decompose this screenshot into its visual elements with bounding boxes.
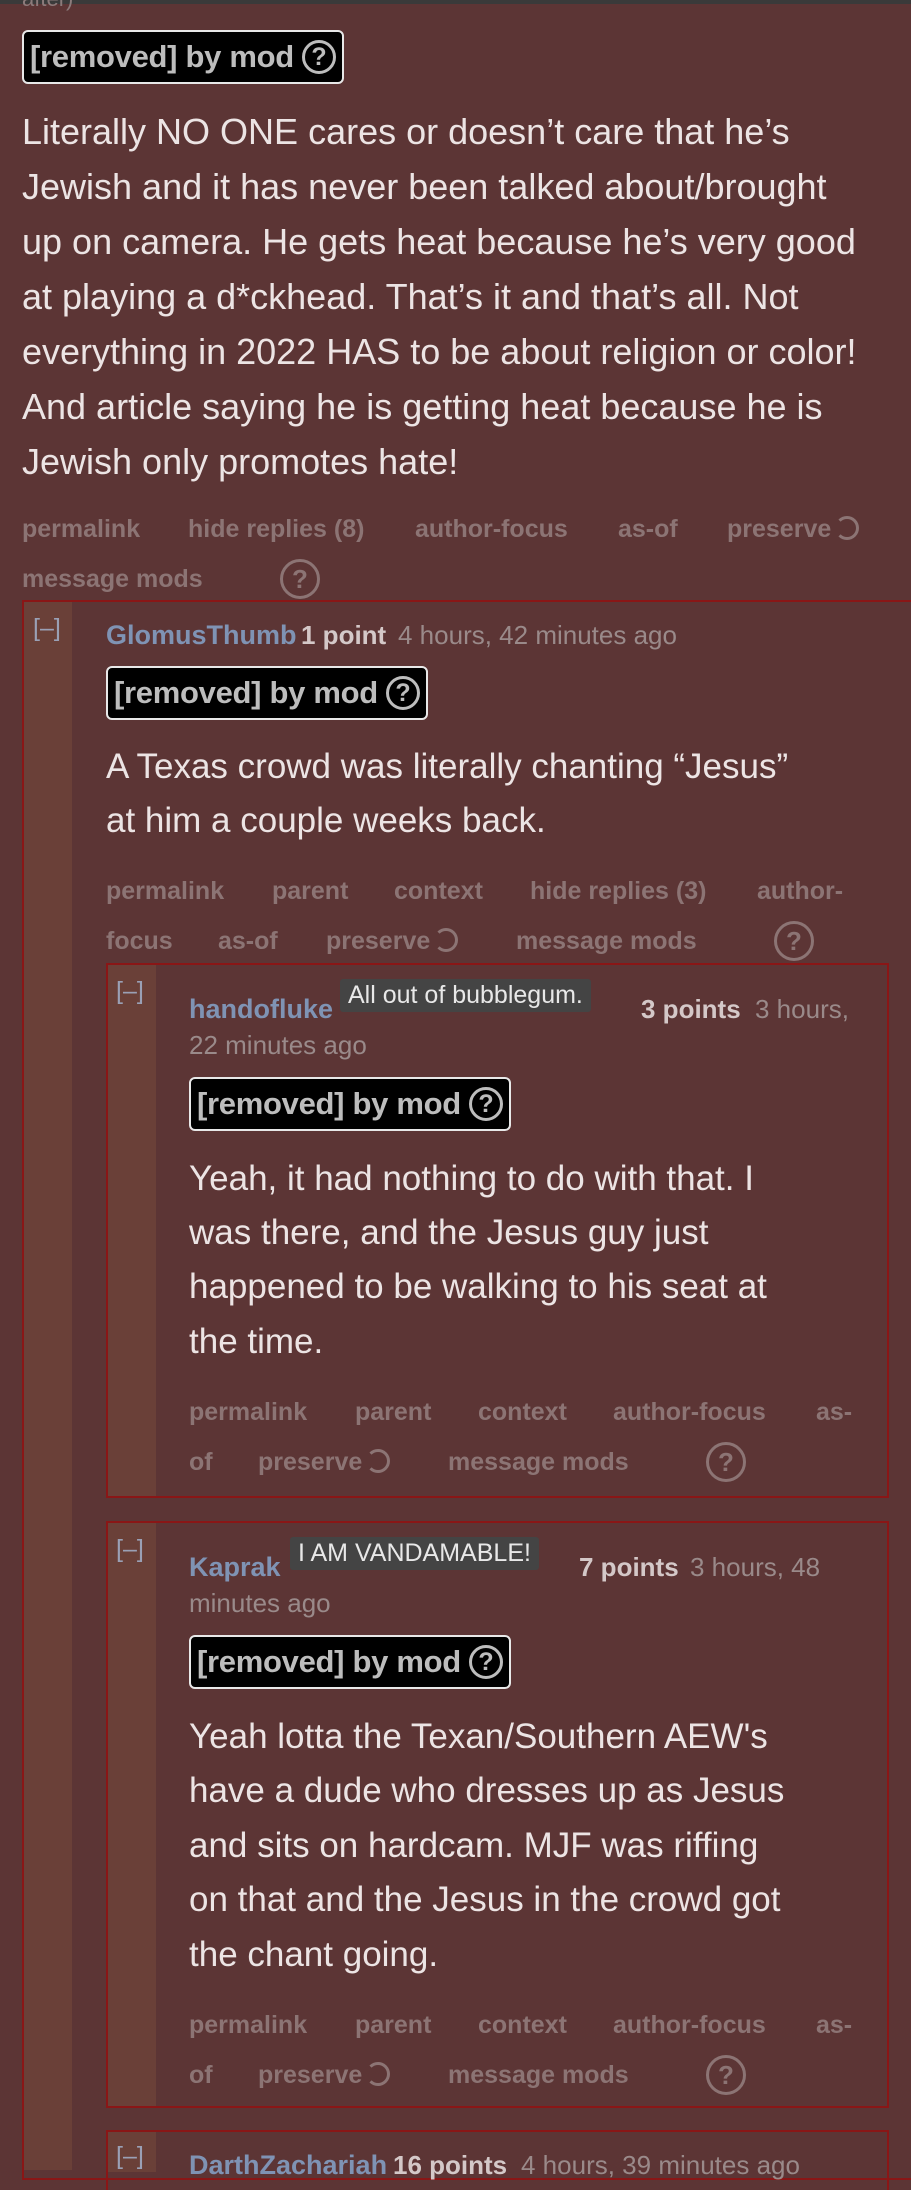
comment-line: Jewish only promotes hate! — [22, 441, 459, 482]
preserve-label: preserve — [326, 927, 431, 955]
collapse-toggle[interactable]: [–] — [116, 977, 144, 1006]
message-mods-link[interactable]: message mods — [448, 1448, 629, 1477]
preserve-link[interactable]: preserve — [258, 2061, 391, 2090]
help-icon[interactable]: ? — [280, 559, 320, 599]
preserve-link[interactable]: preserve — [326, 927, 459, 956]
comment-line: A Texas crowd was literally chanting “Je… — [106, 747, 789, 786]
as-of-link[interactable]: as- — [816, 2011, 852, 2040]
comment-line: happened to be walking to his seat at — [189, 1267, 767, 1306]
comment-line: Literally NO ONE cares or doesn’t care t… — [22, 111, 790, 152]
parent-link[interactable]: parent — [355, 2011, 431, 2040]
as-of-link[interactable]: as-of — [618, 515, 678, 544]
removed-by-mod-badge: [removed] by mod ? — [106, 666, 428, 720]
removed-by-mod-badge: [removed] by mod ? — [22, 30, 344, 84]
timestamp-cont: 22 minutes ago — [189, 1030, 367, 1060]
context-link[interactable]: context — [394, 877, 483, 906]
refresh-icon — [366, 1449, 391, 1474]
author-focus-link[interactable]: author-focus — [613, 2011, 766, 2040]
removed-label: [removed] by mod — [30, 39, 294, 74]
collapse-rail[interactable] — [108, 1523, 156, 2106]
comment-line: at playing a d*ckhead. That’s it and tha… — [22, 276, 799, 317]
comment-line: was there, and the Jesus guy just — [189, 1213, 709, 1252]
preserve-label: preserve — [258, 1448, 363, 1476]
comment-line: everything in 2022 HAS to be about relig… — [22, 331, 857, 372]
comment-line: Jewish and it has never been talked abou… — [22, 166, 827, 207]
timestamp: 4 hours, 39 minutes ago — [521, 2150, 800, 2180]
comment-line: on that and the Jesus in the crowd got — [189, 1880, 781, 1919]
score: 3 points — [641, 994, 741, 1024]
help-icon[interactable]: ? — [706, 2055, 746, 2095]
help-icon[interactable]: ? — [706, 1442, 746, 1482]
refresh-icon — [835, 516, 860, 541]
removed-label: [removed] by mod — [197, 1644, 461, 1679]
refresh-icon — [366, 2062, 391, 2087]
help-icon[interactable]: ? — [774, 921, 814, 961]
timestamp-cont: minutes ago — [189, 1588, 331, 1618]
removed-label: [removed] by mod — [197, 1086, 461, 1121]
as-of-link-cont[interactable]: of — [189, 1448, 213, 1477]
author-focus-link[interactable]: author-focus — [415, 515, 568, 544]
collapse-rail[interactable] — [108, 965, 156, 1496]
context-link[interactable]: context — [478, 2011, 567, 2040]
help-icon[interactable]: ? — [301, 40, 336, 74]
permalink-link[interactable]: permalink — [189, 1398, 307, 1427]
help-icon[interactable]: ? — [385, 676, 420, 710]
as-of-link[interactable]: as- — [816, 1398, 852, 1427]
collapse-toggle[interactable]: [–] — [33, 614, 61, 643]
permalink-link[interactable]: permalink — [189, 2011, 307, 2040]
help-icon[interactable]: ? — [468, 1087, 503, 1121]
hide-replies-link[interactable]: hide replies (8) — [188, 515, 364, 544]
message-mods-link[interactable]: message mods — [516, 927, 697, 956]
previous-text-fragment: after) — [22, 0, 73, 12]
author-link[interactable]: GlomusThumb — [106, 620, 297, 651]
parent-link[interactable]: parent — [272, 877, 348, 906]
comment-line: the chant going. — [189, 1935, 439, 1974]
author-focus-link[interactable]: author- — [757, 877, 843, 906]
score: 1 point — [301, 620, 387, 650]
message-mods-link[interactable]: message mods — [22, 565, 203, 594]
score: 7 points — [579, 1552, 679, 1582]
author-link[interactable]: Kaprak — [189, 1552, 281, 1583]
removed-by-mod-badge: [removed] by mod ? — [189, 1635, 511, 1689]
removed-by-mod-badge: [removed] by mod ? — [189, 1077, 511, 1131]
score: 16 points — [393, 2150, 508, 2180]
user-flair: All out of bubblegum. — [340, 979, 591, 1012]
removed-label: [removed] by mod — [114, 675, 378, 710]
parent-link[interactable]: parent — [355, 1398, 431, 1427]
timestamp: 3 hours, — [755, 994, 849, 1024]
timestamp: 3 hours, 48 — [690, 1552, 821, 1582]
comment-line: have a dude who dresses up as Jesus — [189, 1771, 785, 1810]
author-link[interactable]: handofluke — [189, 994, 333, 1025]
timestamp: 4 hours, 42 minutes ago — [398, 620, 677, 650]
help-icon[interactable]: ? — [468, 1645, 503, 1679]
preserve-link[interactable]: preserve — [258, 1448, 391, 1477]
as-of-link-cont[interactable]: of — [189, 2061, 213, 2090]
comment-line: the time. — [189, 1322, 324, 1361]
message-mods-link[interactable]: message mods — [448, 2061, 629, 2090]
user-flair: I AM VANDAMABLE! — [290, 1537, 539, 1570]
author-link[interactable]: DarthZachariah — [189, 2150, 387, 2181]
comment-line: up on camera. He gets heat because he’s … — [22, 221, 856, 262]
top-bar — [0, 0, 911, 4]
permalink-link[interactable]: permalink — [22, 515, 140, 544]
author-focus-link-cont[interactable]: focus — [106, 927, 173, 956]
collapse-rail[interactable] — [24, 602, 72, 2170]
collapse-toggle[interactable]: [–] — [116, 1535, 144, 1564]
author-focus-link[interactable]: author-focus — [613, 1398, 766, 1427]
preserve-label: preserve — [258, 2061, 363, 2089]
comment-line: and sits on hardcam. MJF was riffing — [189, 1826, 759, 1865]
comment-line: Yeah, it had nothing to do with that. I — [189, 1159, 754, 1198]
context-link[interactable]: context — [478, 1398, 567, 1427]
comment-line: at him a couple weeks back. — [106, 801, 546, 840]
refresh-icon — [434, 928, 459, 953]
comment-line: Yeah lotta the Texan/Southern AEW's — [189, 1717, 768, 1756]
as-of-link[interactable]: as-of — [218, 927, 278, 956]
preserve-link[interactable]: preserve — [727, 515, 860, 544]
comment-line: And article saying he is getting heat be… — [22, 386, 823, 427]
permalink-link[interactable]: permalink — [106, 877, 224, 906]
hide-replies-link[interactable]: hide replies (3) — [530, 877, 706, 906]
preserve-label: preserve — [727, 515, 832, 543]
collapse-toggle[interactable]: [–] — [116, 2142, 144, 2171]
